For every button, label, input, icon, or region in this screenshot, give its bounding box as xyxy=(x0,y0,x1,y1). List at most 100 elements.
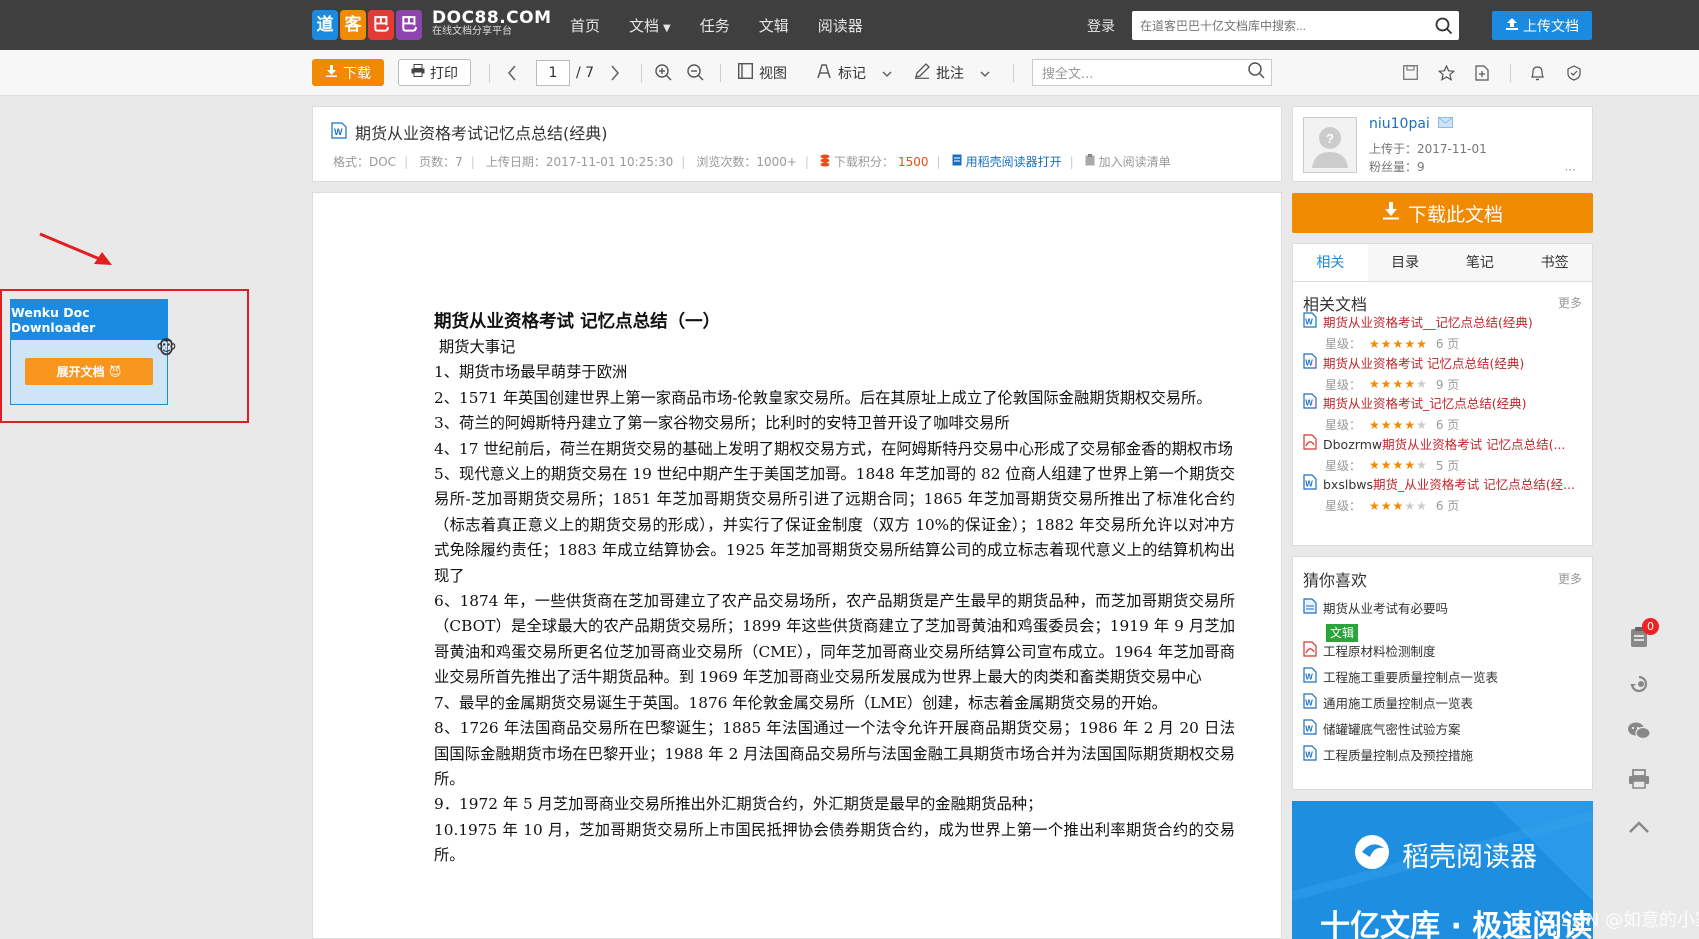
site-search-input[interactable] xyxy=(1132,18,1429,33)
download-icon xyxy=(325,64,338,81)
uploader-name-text: niu10pai xyxy=(1369,116,1430,132)
guess-item-title: 通用施工质量控制点一览表 xyxy=(1323,696,1474,711)
nav-home[interactable]: 首页 xyxy=(570,15,600,36)
tab-contents[interactable]: 目录 xyxy=(1368,244,1443,281)
site-logo[interactable]: 道 客 巴 巴 DOC88.COM 在线文档分享平台 xyxy=(312,8,552,42)
star-icon: ★ xyxy=(1404,417,1417,432)
refresh-icon[interactable] xyxy=(1624,669,1654,699)
annotate-button[interactable]: 批注 xyxy=(914,59,990,86)
login-link[interactable]: 登录 xyxy=(1087,16,1115,36)
related-item[interactable]: W 期货从业资格考试 记忆点总结(经典) 星级： ★★★★★ 9 页 xyxy=(1303,352,1587,393)
star-icon: ★ xyxy=(1392,417,1405,432)
star-icon: ★ xyxy=(1416,377,1428,391)
star-icon: ★ xyxy=(1416,458,1428,472)
add-reading-list-link[interactable]: 加入阅读清单 xyxy=(1085,153,1171,170)
related-item[interactable]: W 期货从业资格考试_记忆点总结(经典) 星级： ★★★★★ 6 页 xyxy=(1303,393,1587,433)
rating-label: 星级： xyxy=(1325,337,1362,351)
related-item-title[interactable]: Dbozrmw期货从业资格考试 记忆点总结(... xyxy=(1323,434,1565,453)
guess-item[interactable]: W 工程施工重要质量控制点一览表 xyxy=(1303,667,1498,686)
svg-text:W: W xyxy=(334,127,343,137)
document-icon xyxy=(952,154,962,169)
nav-tasks[interactable]: 任务 xyxy=(700,15,730,36)
divider: | xyxy=(404,154,409,169)
plugin-title[interactable]: Wenku Doc Downloader xyxy=(11,300,167,340)
upload-button[interactable]: 上传文档 xyxy=(1492,11,1592,40)
logo-char: 客 xyxy=(340,10,366,40)
guess-item-title: 储罐罐底气密性试验方案 xyxy=(1323,722,1461,737)
points-value: 1500 xyxy=(897,154,929,169)
guess-item[interactable]: W 工程质量控制点及预控措施 xyxy=(1303,745,1473,764)
more-icon[interactable]: ··· xyxy=(1565,163,1576,177)
print-icon[interactable] xyxy=(1624,764,1654,794)
divider xyxy=(641,64,642,82)
shield-check-icon[interactable] xyxy=(1566,59,1582,86)
word-file-icon: W xyxy=(1303,474,1317,493)
open-with-reader-label: 用稻壳阅读器打开 xyxy=(965,155,1062,169)
star-rating: ★★★★★ xyxy=(1369,377,1428,391)
mail-icon[interactable] xyxy=(1437,116,1453,132)
related-item-title[interactable]: bxslbws期货_从业资格考试 记忆点总结(经... xyxy=(1323,474,1575,493)
zoom-in-icon[interactable] xyxy=(655,59,672,86)
avatar[interactable]: ? xyxy=(1303,117,1357,173)
zoom-out-icon[interactable] xyxy=(687,59,704,86)
rating-label: 星级： xyxy=(1325,377,1362,392)
tab-notes[interactable]: 笔记 xyxy=(1443,244,1518,281)
mark-button[interactable]: 标记 xyxy=(816,59,892,86)
star-icon: ★ xyxy=(1380,377,1393,391)
doc-paragraph: 10.1975 年 10 月，芝加哥期货交易所上市国民抵押协会债券期货合约，成为… xyxy=(434,820,1235,865)
tab-related[interactable]: 相关 xyxy=(1293,244,1368,281)
search-icon[interactable] xyxy=(1429,11,1459,40)
nav-collections[interactable]: 文辑 xyxy=(759,15,789,36)
page-count: 6 页 xyxy=(1435,499,1460,513)
guess-item[interactable]: W 通用施工质量控制点一览表 xyxy=(1303,693,1473,712)
guess-item[interactable]: W 储罐罐底气密性试验方案 xyxy=(1303,719,1461,738)
wechat-icon[interactable] xyxy=(1624,716,1654,746)
star-icon: ★ xyxy=(1369,417,1381,432)
save-icon[interactable] xyxy=(1403,59,1418,86)
guess-more-link[interactable]: 更多 xyxy=(1558,570,1582,587)
next-page-icon[interactable] xyxy=(610,59,620,86)
annotation-arrow-icon xyxy=(39,232,112,265)
divider xyxy=(1013,64,1014,82)
open-with-reader-link[interactable]: 用稻壳阅读器打开 xyxy=(952,153,1062,170)
nav-docs[interactable]: 文档 ▼ xyxy=(629,15,671,36)
star-icon: ★ xyxy=(1369,498,1381,513)
page-number-input[interactable]: 1 xyxy=(536,59,570,86)
uploader-name[interactable]: niu10pai xyxy=(1369,116,1453,132)
download-doc-button[interactable]: 下载此文档 xyxy=(1292,193,1593,233)
download-button[interactable]: 下载 xyxy=(312,59,384,86)
svg-text:W: W xyxy=(1305,673,1313,682)
guess-item-title: 工程质量控制点及预控措施 xyxy=(1323,748,1474,763)
related-item-title[interactable]: 期货从业资格考试 记忆点总结(经典) xyxy=(1323,353,1524,372)
related-item[interactable]: Wbxslbws期货_从业资格考试 记忆点总结(经... 星级： ★★★★★ 6 页 xyxy=(1303,474,1587,514)
star-icon: ★ xyxy=(1380,417,1393,432)
back-to-top-icon[interactable] xyxy=(1624,812,1654,842)
star-rating: ★★★★★ xyxy=(1369,337,1428,351)
related-more-link[interactable]: 更多 xyxy=(1558,294,1582,311)
related-item-title[interactable]: 期货从业资格考试__记忆点总结(经典) xyxy=(1323,312,1533,331)
doc-paragraph: 3、荷兰的阿姆斯特丹建立了第一家谷物交易所；比利时的安特卫普开设了咖啡交易所 xyxy=(434,414,1010,433)
related-item[interactable]: W 期货从业资格考试__记忆点总结(经典) 星级： ★★★★★ 6 页 xyxy=(1303,312,1587,352)
bell-icon[interactable] xyxy=(1530,59,1545,86)
fulltext-search[interactable]: 搜全文... xyxy=(1032,59,1272,86)
related-item-title-text: 期货从业资格考试 记忆点总结(经典) xyxy=(1323,355,1525,371)
top-navbar: 道 客 巴 巴 DOC88.COM 在线文档分享平台 首页 文档 ▼ 任务 文辑 … xyxy=(0,0,1699,50)
prev-page-icon[interactable] xyxy=(507,59,517,86)
doc-text: 期货从业资格考试 记忆点总结（一） 期货大事记 1、期货市场最早萌芽于欧洲 2、… xyxy=(434,309,1235,869)
nav-reader[interactable]: 阅读器 xyxy=(818,15,863,36)
svg-text:W: W xyxy=(1305,358,1313,367)
print-button[interactable]: 打印 xyxy=(398,59,471,86)
related-item-title[interactable]: 期货从业资格考试_记忆点总结(经典) xyxy=(1323,393,1527,412)
monkey-icon[interactable]: 🐵 xyxy=(156,338,177,359)
expand-document-button[interactable]: 展开文档 😈 xyxy=(25,358,153,385)
view-button[interactable]: 视图 xyxy=(737,59,787,86)
notification-badge: 0 xyxy=(1642,618,1659,635)
star-icon[interactable] xyxy=(1438,59,1455,86)
related-item[interactable]: Dbozrmw期货从业资格考试 记忆点总结(... 星级： ★★★★★ 5 页 xyxy=(1303,433,1587,474)
search-icon[interactable] xyxy=(1248,62,1271,83)
add-doc-icon[interactable] xyxy=(1475,59,1489,86)
star-icon: ★ xyxy=(1392,377,1405,391)
guess-item[interactable]: 期货从业考试有必要吗 xyxy=(1303,598,1448,617)
guess-item[interactable]: 工程原材料检测制度 xyxy=(1303,641,1436,660)
tab-bookmarks[interactable]: 书签 xyxy=(1517,244,1592,281)
